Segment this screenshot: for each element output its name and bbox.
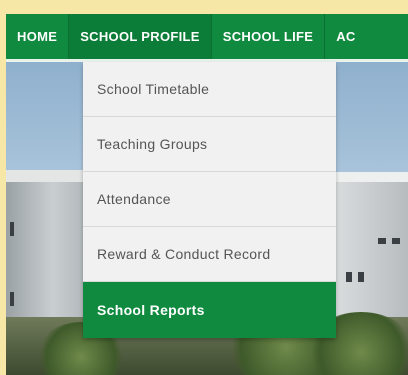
nav-school-life[interactable]: SCHOOL LIFE: [212, 14, 326, 59]
menu-item-school-reports[interactable]: School Reports: [83, 282, 336, 338]
school-profile-dropdown: School Timetable Teaching Groups Attenda…: [83, 62, 336, 338]
menu-item-school-timetable[interactable]: School Timetable: [83, 62, 336, 117]
window: [392, 238, 400, 244]
nav-school-profile[interactable]: SCHOOL PROFILE: [69, 14, 212, 59]
main-nav: HOME SCHOOL PROFILE SCHOOL LIFE AC: [6, 14, 408, 62]
site-frame: HOME SCHOOL PROFILE SCHOOL LIFE AC Schoo…: [6, 14, 408, 375]
window: [10, 222, 14, 236]
window: [10, 292, 14, 306]
window: [358, 272, 364, 282]
menu-item-reward-conduct-record[interactable]: Reward & Conduct Record: [83, 227, 336, 282]
menu-item-teaching-groups[interactable]: Teaching Groups: [83, 117, 336, 172]
nav-ac[interactable]: AC: [325, 14, 366, 59]
nav-home[interactable]: HOME: [6, 14, 70, 59]
window: [346, 272, 352, 282]
window: [378, 238, 386, 244]
menu-item-attendance[interactable]: Attendance: [83, 172, 336, 227]
